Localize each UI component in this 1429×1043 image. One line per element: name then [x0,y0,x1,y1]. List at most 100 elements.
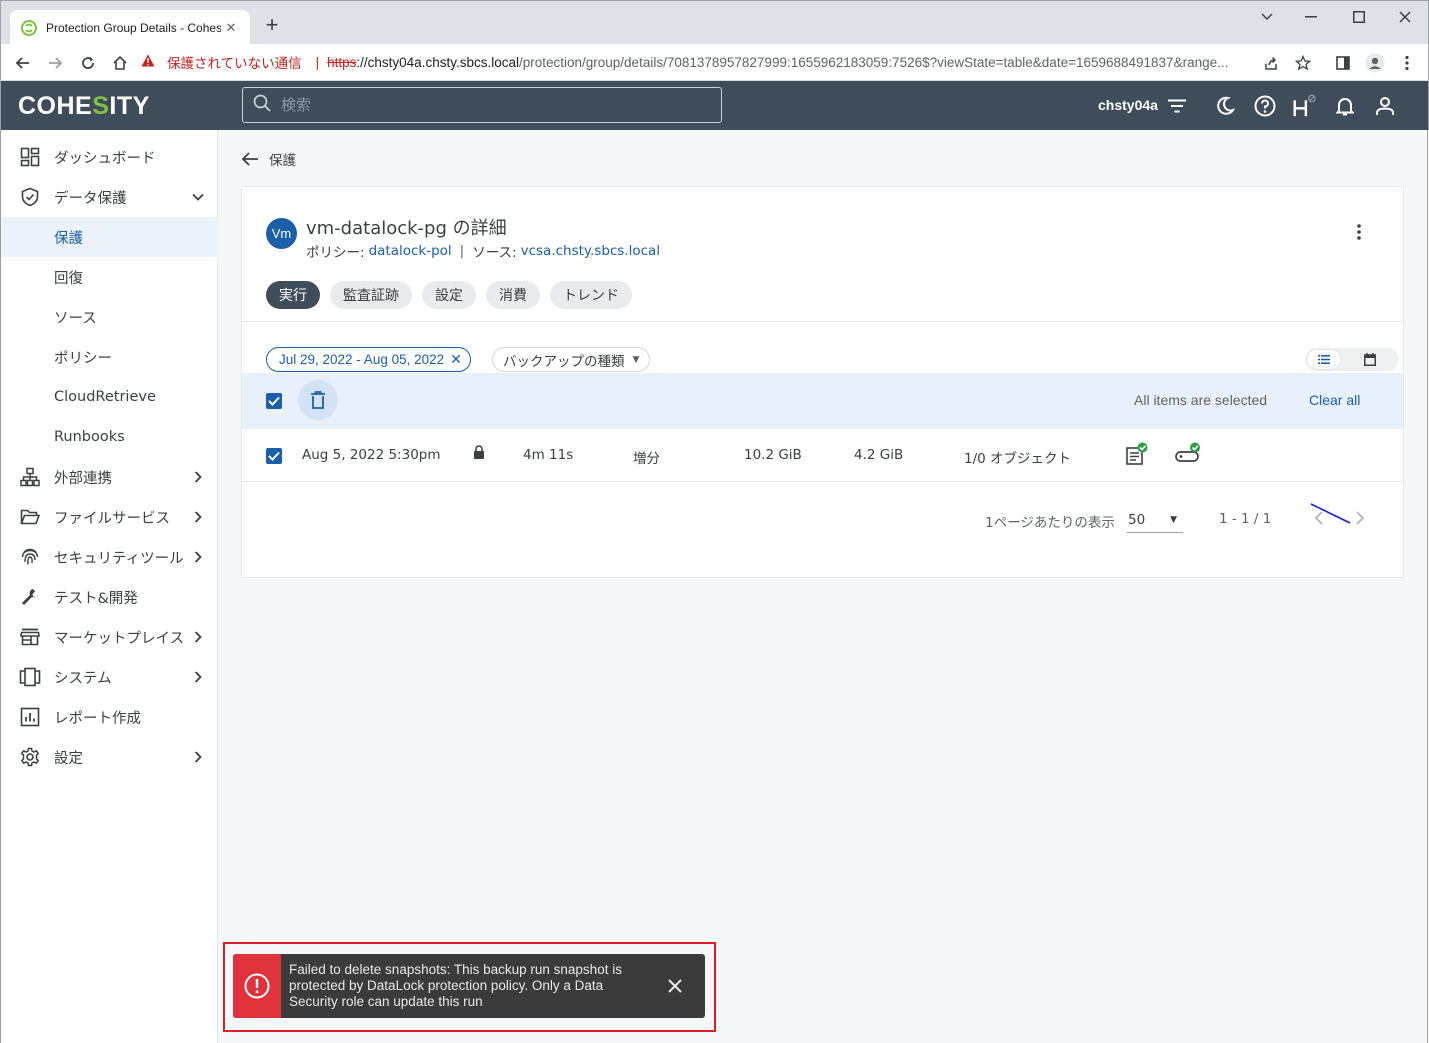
sidebar-nav: ダッシュボード データ保護 保護 回復 ソース ポリシー CloudRetrie… [0,130,218,1043]
warning-icon [141,54,155,70]
tab-settings[interactable]: 設定 [422,281,476,309]
back-link[interactable]: 保護 [241,149,296,169]
reload-icon[interactable] [76,51,100,75]
cluster-name[interactable]: chsty04a [1098,97,1158,113]
helios-icon[interactable] [1291,93,1317,119]
sidebar-item-reports[interactable]: レポート作成 [1,697,218,737]
browser-menu-icon[interactable] [1395,51,1419,75]
list-view-button[interactable] [1307,350,1341,369]
select-all-checkbox[interactable] [266,393,282,409]
sidebar-item-label: データ保護 [54,190,127,207]
archive-success-icon[interactable] [1174,442,1202,468]
url-separator: | [315,54,320,70]
sidebar-item-label: 設定 [54,750,83,767]
url-omnibox[interactable]: 保護されていない通信 | https ://chsty04a.chsty.sbc… [141,47,1319,77]
sidebar-item-integrations[interactable]: 外部連携 [1,457,218,497]
minimize-icon[interactable] [1287,6,1335,28]
tab-close-icon[interactable]: ✕ [222,20,240,36]
sidebar-item-security-tools[interactable]: セキュリティツール [1,537,218,577]
per-page-select[interactable]: 50 ▼ [1127,507,1183,533]
source-link[interactable]: vcsa.chsty.sbcs.local [521,243,660,259]
backup-type-filter[interactable]: バックアップの種類 ▼ [492,347,651,372]
sidebar-item-label: ポリシー [54,350,112,367]
maximize-icon[interactable] [1335,6,1383,28]
cohesity-logo[interactable]: COHESITY [18,92,150,121]
policy-link[interactable]: datalock-pol [369,243,452,259]
chevron-right-icon [191,510,205,524]
calendar-view-button[interactable] [1353,350,1387,369]
protection-group-card: Vm vm-datalock-pg の詳細 ポリシー: datalock-pol… [241,186,1404,578]
chevron-right-icon [191,670,205,684]
table-row[interactable]: Aug 5, 2022 5:30pm 4m 11s 増分 10.2 GiB 4.… [242,429,1403,482]
page-title: vm-datalock-pg の詳細 [306,218,507,239]
detail-tabs: 実行 監査証跡 設定 消費 トレンド [266,281,632,309]
more-actions-icon[interactable] [1349,220,1369,244]
sidebar-item-label: マーケットプレイス [54,630,185,647]
search-icon [253,94,271,117]
profile-avatar-icon[interactable] [1363,51,1387,75]
row-checkbox[interactable] [266,448,282,464]
store-icon [19,626,41,648]
tab-trends[interactable]: トレンド [550,281,632,309]
tab-search-icon[interactable] [1243,6,1291,28]
home-icon[interactable] [108,51,132,75]
subtitle-separator: | [459,243,465,259]
cohesity-favicon-icon [20,19,38,37]
run-data-written: 4.2 GiB [854,447,904,463]
sidebar-item-dashboard[interactable]: ダッシュボード [1,137,218,177]
dark-mode-moon-icon[interactable] [1212,93,1238,119]
sidebar-item-label: CloudRetrieve [54,389,156,405]
chevron-right-icon [1356,511,1365,525]
sidebar-item-sources[interactable]: ソース [1,297,218,337]
run-duration: 4m 11s [523,447,574,463]
window-close-icon[interactable] [1381,6,1429,28]
run-start-time[interactable]: Aug 5, 2022 5:30pm [302,447,441,463]
toast-close-icon[interactable] [665,976,685,996]
date-range-filter[interactable]: Jul 29, 2022 - Aug 05, 2022 ✕ [266,347,471,372]
new-tab-button[interactable]: + [261,14,283,37]
arrow-left-icon [241,149,261,169]
bookmark-star-icon[interactable] [1291,51,1315,75]
clear-filter-icon[interactable]: ✕ [450,351,462,368]
date-range-label: Jul 29, 2022 - Aug 05, 2022 [279,352,445,367]
tab-audit-trail[interactable]: 監査証跡 [330,281,412,309]
sidebar-item-settings[interactable]: 設定 [1,737,218,777]
sidebar-item-system[interactable]: システム [1,657,218,697]
notifications-bell-icon[interactable] [1332,93,1358,119]
sidebar-item-data-protection[interactable]: データ保護 [1,177,218,217]
local-snapshot-success-icon[interactable] [1125,442,1149,470]
sidebar-item-protection[interactable]: 保護 [1,217,218,257]
dashboard-icon [19,146,41,168]
fingerprint-icon [19,546,41,568]
search-input[interactable] [281,96,701,114]
user-account-icon[interactable] [1372,93,1398,119]
browser-tab[interactable]: Protection Group Details - Cohesity ✕ [10,10,250,45]
checkmark-icon [268,451,280,461]
checkmark-icon [268,396,280,406]
sidebar-item-cloudretrieve[interactable]: CloudRetrieve [1,377,218,417]
sidebar-item-file-services[interactable]: ファイルサービス [1,497,218,537]
sidebar-item-recovery[interactable]: 回復 [1,257,218,297]
sidebar-item-runbooks[interactable]: Runbooks [1,417,218,457]
logo-text-start: COHE [18,92,93,120]
security-warning[interactable]: 保護されていない通信 [167,52,302,72]
forward-arrow-icon[interactable] [43,51,67,75]
sidebar-item-label: システム [54,670,112,687]
tab-runs[interactable]: 実行 [266,281,320,309]
tab-consumption[interactable]: 消費 [486,281,540,309]
clear-all-link[interactable]: Clear all [1309,392,1360,408]
sidebar-item-policies[interactable]: ポリシー [1,337,218,377]
side-panel-icon[interactable] [1331,51,1355,75]
error-message: Failed to delete snapshots: This backup … [289,962,622,1009]
global-search[interactable] [242,87,722,123]
cluster-filter-icon[interactable] [1164,93,1190,119]
help-icon[interactable] [1252,93,1278,119]
back-arrow-icon[interactable] [11,51,35,75]
sidebar-item-marketplace[interactable]: マーケットプレイス [1,617,218,657]
caret-down-icon: ▼ [1170,514,1177,525]
share-icon[interactable] [1259,51,1283,75]
delete-button[interactable] [298,380,338,420]
sidebar-item-label: セキュリティツール [54,550,184,567]
selection-bar: All items are selected Clear all [242,373,1403,429]
sidebar-item-test-dev[interactable]: テスト&開発 [1,577,218,617]
